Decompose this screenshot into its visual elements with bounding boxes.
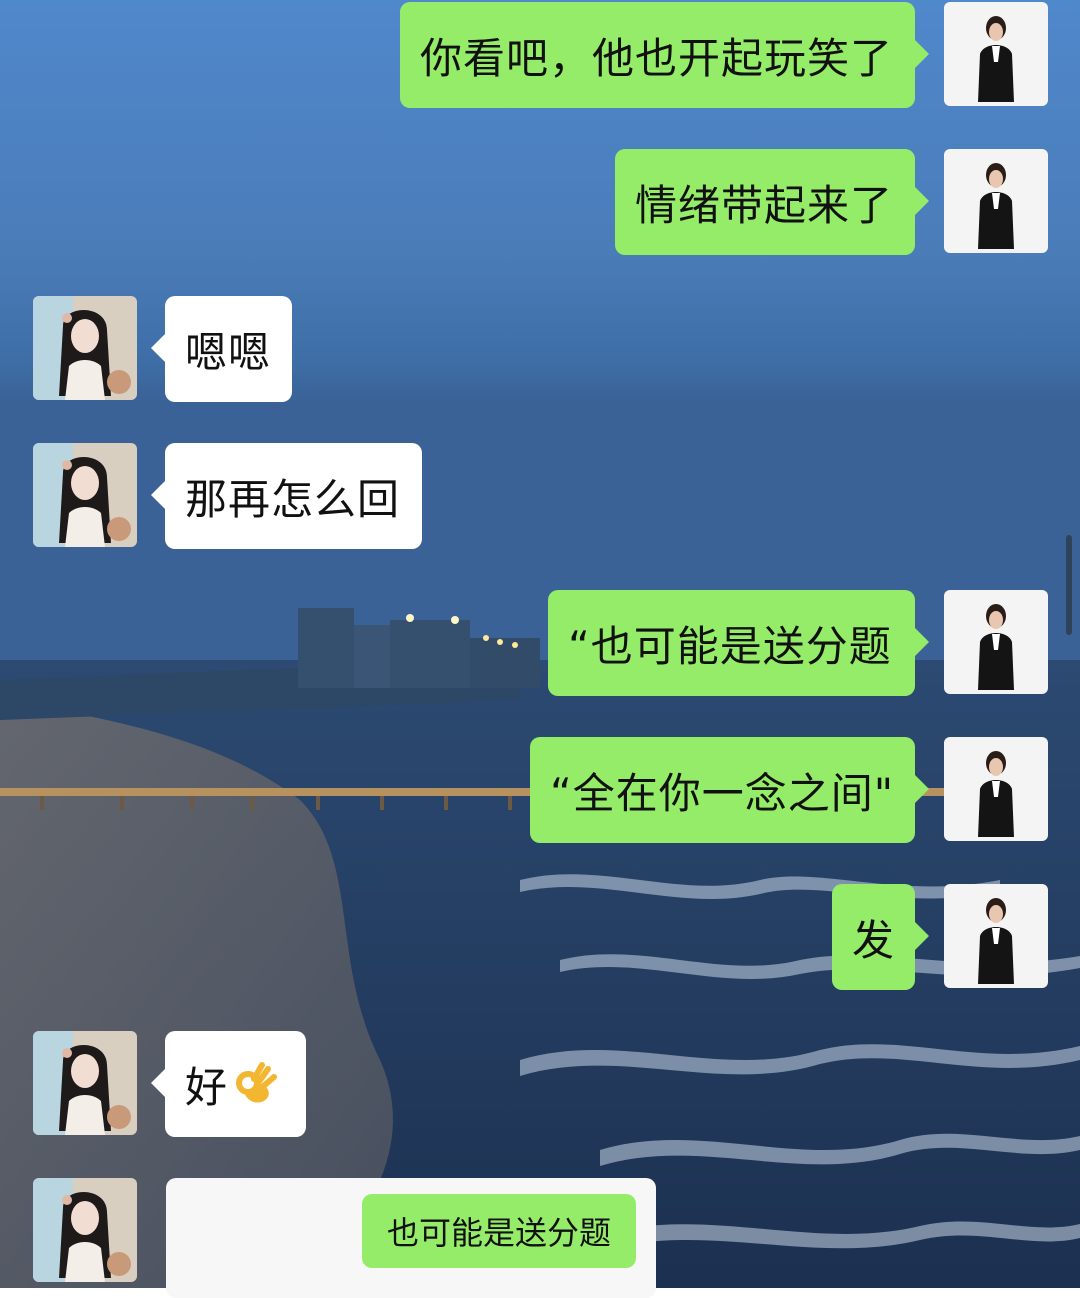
user-avatar-icon[interactable]	[944, 149, 1048, 253]
message-text: 发	[851, 915, 895, 965]
message-text: 嗯嗯	[185, 327, 272, 377]
user-avatar-icon[interactable]	[944, 884, 1048, 988]
message-bubble[interactable]: “全在你一念之间"	[530, 737, 929, 843]
contact-avatar-icon[interactable]	[33, 443, 137, 547]
message-text: 你看吧，他也开起玩笑了	[420, 33, 894, 83]
message-text: 情绪带起来了	[635, 180, 894, 230]
message-bubble[interactable]: 那再怎么回	[151, 443, 422, 549]
message-bubble[interactable]: 情绪带起来了	[615, 149, 929, 255]
contact-avatar-icon[interactable]	[33, 296, 137, 400]
contact-avatar-icon[interactable]	[33, 1178, 137, 1282]
scrollbar[interactable]	[1066, 535, 1072, 635]
quoted-message-text: 也可能是送分题	[386, 1214, 611, 1252]
message-bubble[interactable]: 嗯嗯	[151, 296, 292, 402]
user-avatar-icon[interactable]	[944, 590, 1048, 694]
message-bubble[interactable]: 好	[151, 1031, 306, 1137]
user-avatar-icon[interactable]	[944, 737, 1048, 841]
user-avatar-icon[interactable]	[944, 2, 1048, 106]
message-bubble[interactable]: 发	[832, 884, 929, 990]
message-text: “也可能是送分题	[568, 621, 892, 671]
message-text-value: 好	[185, 1062, 229, 1112]
message-text: 那再怎么回	[185, 474, 401, 524]
message-bubble[interactable]: 你看吧，他也开起玩笑了	[400, 2, 929, 108]
message-bubble[interactable]: “也可能是送分题	[548, 590, 929, 696]
message-text: 好	[165, 1054, 300, 1115]
message-text: “全在你一念之间"	[550, 768, 895, 818]
ok-hand-emoji	[236, 1062, 278, 1103]
contact-avatar-icon[interactable]	[33, 1031, 137, 1135]
quoted-message-bubble: 也可能是送分题	[362, 1194, 636, 1268]
